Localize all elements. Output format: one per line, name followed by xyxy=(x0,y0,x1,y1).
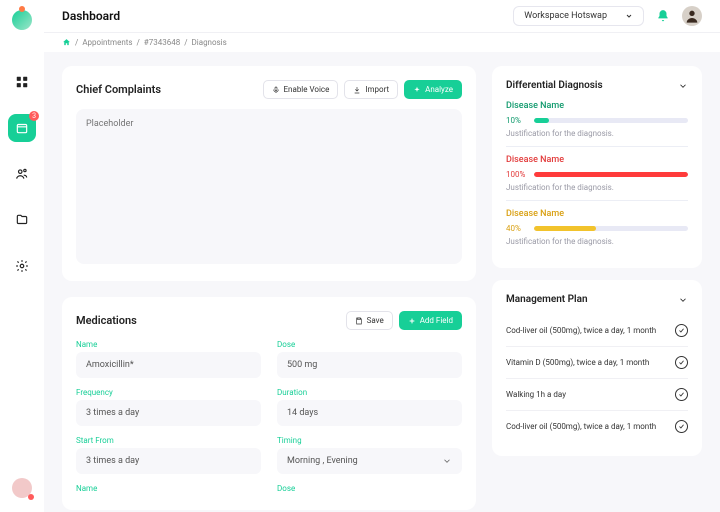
dose-input[interactable] xyxy=(277,352,462,378)
sparkle-icon xyxy=(413,86,421,94)
save-button[interactable]: Save xyxy=(346,311,393,330)
name-label: Name xyxy=(76,340,261,349)
nav-files[interactable] xyxy=(8,206,36,234)
crumb-diagnosis[interactable]: Diagnosis xyxy=(192,38,227,47)
download-icon xyxy=(353,86,361,94)
sidebar-avatar[interactable] xyxy=(12,478,32,498)
breadcrumb: / Appointments / #7343648 / Diagnosis xyxy=(44,32,720,52)
check-icon[interactable] xyxy=(675,420,688,433)
app-logo xyxy=(12,10,32,30)
medications-card: Medications Save Add Field Name xyxy=(62,297,476,510)
mic-icon xyxy=(272,86,280,94)
frequency-input[interactable] xyxy=(76,400,261,426)
plan-title: Management Plan xyxy=(506,294,588,305)
home-icon[interactable] xyxy=(62,38,71,47)
plan-item: Cod-liver oil (500mg), twice a day, 1 mo… xyxy=(506,315,688,347)
header: Dashboard Workspace Hotswap xyxy=(44,0,720,32)
sidebar: 3 xyxy=(0,0,44,512)
workspace-selector[interactable]: Workspace Hotswap xyxy=(513,6,644,26)
plan-item: Vitamin D (500mg), twice a day, 1 month xyxy=(506,347,688,379)
nav-dashboard[interactable] xyxy=(8,68,36,96)
medications-title: Medications xyxy=(76,314,137,327)
chevron-down-icon xyxy=(625,12,633,20)
dx-item-2: Disease Name 100% Justification for the … xyxy=(506,155,688,201)
check-icon[interactable] xyxy=(675,324,688,337)
analyze-button[interactable]: Analyze xyxy=(404,80,462,99)
nav-patients[interactable] xyxy=(8,160,36,188)
dose2-label: Dose xyxy=(277,484,462,493)
crumb-appointments[interactable]: Appointments xyxy=(82,38,132,47)
import-button[interactable]: Import xyxy=(344,80,398,99)
duration-input[interactable] xyxy=(277,400,462,426)
workspace-label: Workspace Hotswap xyxy=(524,11,607,21)
add-field-button[interactable]: Add Field xyxy=(399,311,462,330)
check-icon[interactable] xyxy=(675,388,688,401)
plus-icon xyxy=(408,317,416,325)
name-input[interactable] xyxy=(76,352,261,378)
name2-label: Name xyxy=(76,484,261,493)
chief-complaints-card: Chief Complaints Enable Voice Import Ana… xyxy=(62,66,476,281)
dx-item-1: Disease Name 10% Justification for the d… xyxy=(506,101,688,147)
complaints-title: Chief Complaints xyxy=(76,83,161,96)
chevron-down-icon[interactable] xyxy=(678,295,688,305)
startfrom-label: Start From xyxy=(76,436,261,445)
dose-label: Dose xyxy=(277,340,462,349)
complaints-textarea[interactable] xyxy=(76,109,462,264)
save-icon xyxy=(355,317,363,325)
enable-voice-button[interactable]: Enable Voice xyxy=(263,80,339,99)
dx-item-3: Disease Name 40% Justification for the d… xyxy=(506,209,688,254)
diffdx-title: Differential Diagnosis xyxy=(506,80,603,91)
plan-card: Management Plan Cod-liver oil (500mg), t… xyxy=(492,280,702,456)
diffdx-card: Differential Diagnosis Disease Name 10% … xyxy=(492,66,702,268)
plan-item: Walking 1h a day xyxy=(506,379,688,411)
timing-select[interactable] xyxy=(277,448,462,474)
chevron-down-icon[interactable] xyxy=(678,81,688,91)
timing-label: Timing xyxy=(277,436,462,445)
nav-badge: 3 xyxy=(29,111,39,121)
nav-appointments[interactable]: 3 xyxy=(8,114,36,142)
user-avatar[interactable] xyxy=(682,6,702,26)
crumb-id[interactable]: #7343648 xyxy=(144,38,180,47)
notifications-icon[interactable] xyxy=(656,9,670,23)
plan-item: Cod-liver oil (500mg), twice a day, 1 mo… xyxy=(506,411,688,442)
duration-label: Duration xyxy=(277,388,462,397)
check-icon[interactable] xyxy=(675,356,688,369)
nav-settings[interactable] xyxy=(8,252,36,280)
page-title: Dashboard xyxy=(62,9,120,23)
startfrom-input[interactable] xyxy=(76,448,261,474)
frequency-label: Frequency xyxy=(76,388,261,397)
